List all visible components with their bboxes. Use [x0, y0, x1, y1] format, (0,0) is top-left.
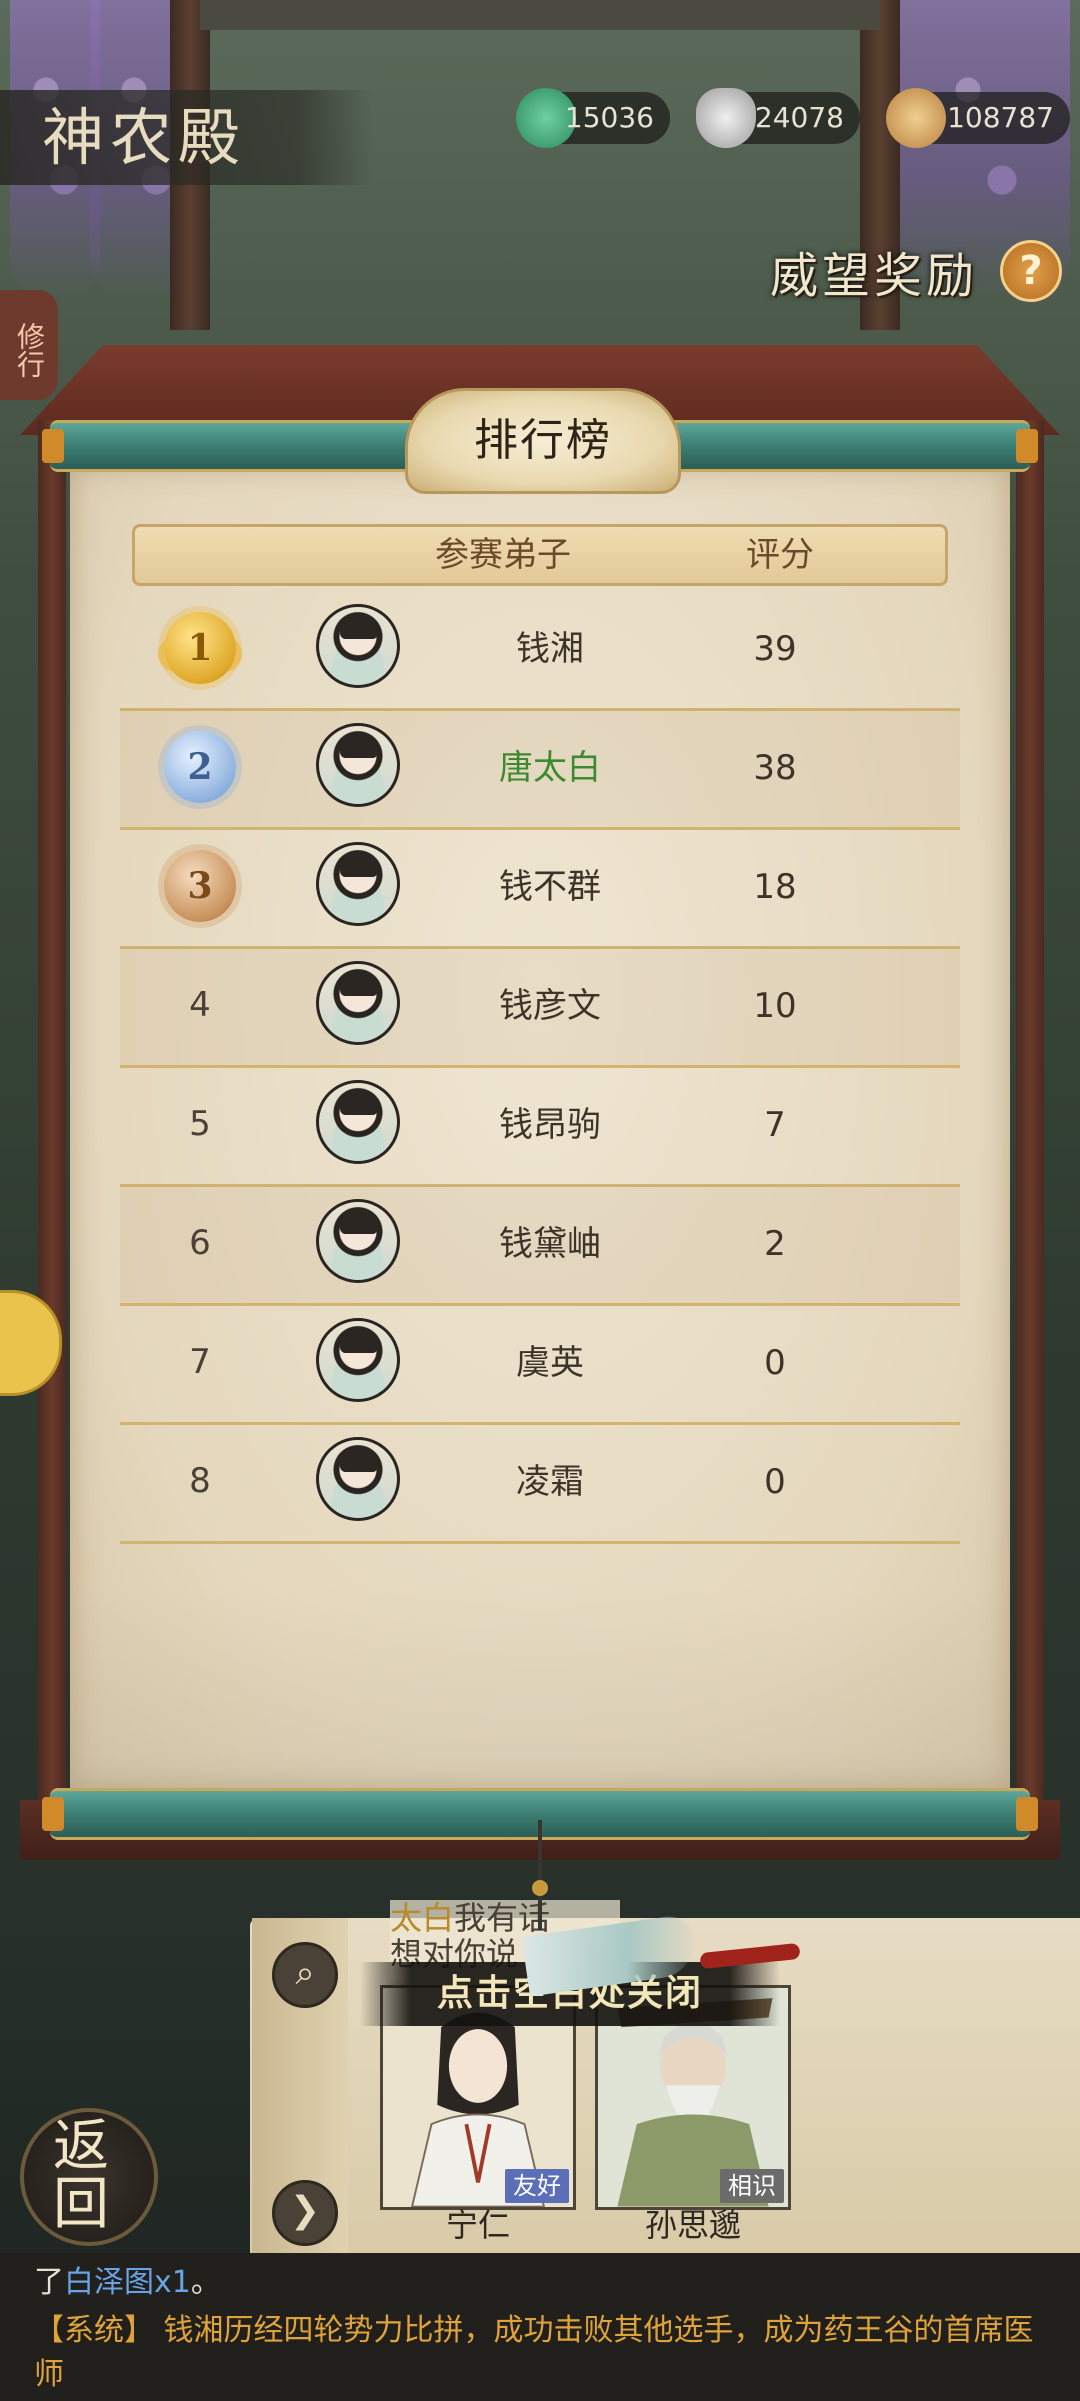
bronze-medal-icon: 3 [164, 850, 236, 922]
relationship-tag: 相识 [720, 2169, 784, 2203]
pavilion-pillar-right [1016, 420, 1044, 1840]
silver-ingot-icon [696, 88, 756, 148]
dialog-speaker: 太白 [390, 1899, 455, 1937]
tassel-cord [538, 1820, 542, 1930]
table-row[interactable]: 8 凌霜 0 [120, 1423, 960, 1544]
currency-copper[interactable]: 108787 [886, 88, 1070, 148]
avatar [316, 1199, 400, 1283]
relationship-tag: 友好 [505, 2169, 569, 2203]
player-score: 39 [753, 629, 797, 669]
table-row[interactable]: 4 钱彦文 10 [120, 947, 960, 1068]
header-disciple: 参赛弟子 [435, 535, 571, 575]
player-score: 7 [764, 1105, 786, 1145]
chat-text: 了 [34, 2265, 64, 2300]
rank-number: 7 [189, 1342, 211, 1382]
player-score: 0 [764, 1343, 786, 1383]
rod-cap [1016, 429, 1038, 463]
player-score: 18 [753, 867, 797, 907]
reputation-reward-button[interactable]: 威望奖励 ? [770, 230, 1070, 310]
player-score: 38 [753, 748, 797, 788]
copper-coins-icon [886, 88, 946, 148]
currency-value: 15036 [564, 101, 654, 134]
player-name: 虞英 [516, 1343, 584, 1383]
player-name: 钱昂驹 [499, 1105, 601, 1145]
item-link[interactable]: 白泽图x1 [64, 2265, 191, 2300]
chat-line: 【系统】 钱湘历经四轮势力比拼，成功击败其他选手，成为药王谷的首席医师 [34, 2309, 1054, 2397]
table-row[interactable]: 2 唐太白 38 [120, 709, 960, 830]
rod-cap [42, 429, 64, 463]
place-link[interactable]: 药王谷 [824, 2313, 914, 2348]
avatar [316, 1080, 400, 1164]
player-score: 10 [753, 986, 797, 1026]
avatar [316, 723, 400, 807]
search-icon: ⌕ [295, 1953, 315, 1993]
help-icon[interactable]: ? [1000, 240, 1062, 302]
rod-cap [1016, 1797, 1038, 1831]
player-name: 钱湘 [516, 629, 584, 669]
ceiling-beam [200, 0, 880, 30]
player-score: 0 [764, 1462, 786, 1502]
player-name: 钱黛岫 [499, 1224, 601, 1264]
gold-medal-icon: 1 [164, 612, 236, 684]
pavilion-pillar-left [38, 420, 66, 1840]
player-score: 2 [764, 1224, 786, 1264]
player-name: 凌霜 [516, 1462, 584, 1502]
avatar [316, 1437, 400, 1521]
side-tab-cultivate[interactable]: 修行 [0, 290, 58, 400]
currency-value: 108787 [947, 101, 1054, 134]
table-row[interactable]: 5 钱昂驹 7 [120, 1066, 960, 1187]
avatar [316, 604, 400, 688]
back-label: 返回 [53, 2114, 109, 2237]
rank-number: 6 [189, 1223, 211, 1263]
chat-line: 了白泽图x1。 [34, 2263, 221, 2303]
table-row[interactable]: 6 钱黛岫 2 [120, 1185, 960, 1306]
currency-value: 24078 [754, 101, 844, 134]
scroll-tassel [530, 1820, 550, 1950]
back-button[interactable]: 返回 [20, 2108, 158, 2246]
table-row[interactable]: 1 钱湘 39 [120, 590, 960, 711]
chat-text: 。 [190, 2265, 221, 2300]
player-name: 钱彦文 [499, 986, 601, 1026]
npc-name: 孙思邈 [644, 2206, 741, 2244]
reputation-label: 威望奖励 [770, 248, 979, 304]
header-score: 评分 [746, 535, 814, 575]
table-header: 参赛弟子 评分 [132, 524, 948, 586]
chevron-right-icon: ❯ [289, 2190, 321, 2231]
rank-number: 4 [189, 985, 211, 1025]
player-name: 钱不群 [499, 867, 601, 907]
avatar [316, 961, 400, 1045]
silver-medal-icon: 2 [164, 731, 236, 803]
currency-silver[interactable]: 24078 [696, 88, 860, 148]
tassel-bead [532, 1880, 548, 1896]
currency-jade[interactable]: 15036 [516, 88, 670, 148]
rod-cap [42, 1797, 64, 1831]
table-row[interactable]: 7 虞英 0 [120, 1304, 960, 1425]
chat-log[interactable]: 了白泽图x1。 【系统】 钱湘历经四轮势力比拼，成功击败其他选手，成为药王谷的首… [0, 2253, 1080, 2401]
player-name: 唐太白 [499, 748, 601, 788]
rank-number: 8 [189, 1461, 211, 1501]
chat-text: 钱湘历经四轮势力比拼，成功击败其他选手，成为 [163, 2313, 824, 2348]
leaderboard-title: 排行榜 [405, 388, 681, 494]
search-button[interactable]: ⌕ [272, 1942, 338, 2008]
system-tag: 【系统】 [34, 2313, 154, 2348]
next-page-button[interactable]: ❯ [272, 2180, 338, 2246]
location-title: 神农殿 [0, 90, 372, 185]
avatar [316, 1318, 400, 1402]
avatar [316, 842, 400, 926]
rank-number: 5 [189, 1104, 211, 1144]
table-row[interactable]: 3 钱不群 18 [120, 828, 960, 949]
npc-name: 宁仁 [445, 2206, 510, 2244]
